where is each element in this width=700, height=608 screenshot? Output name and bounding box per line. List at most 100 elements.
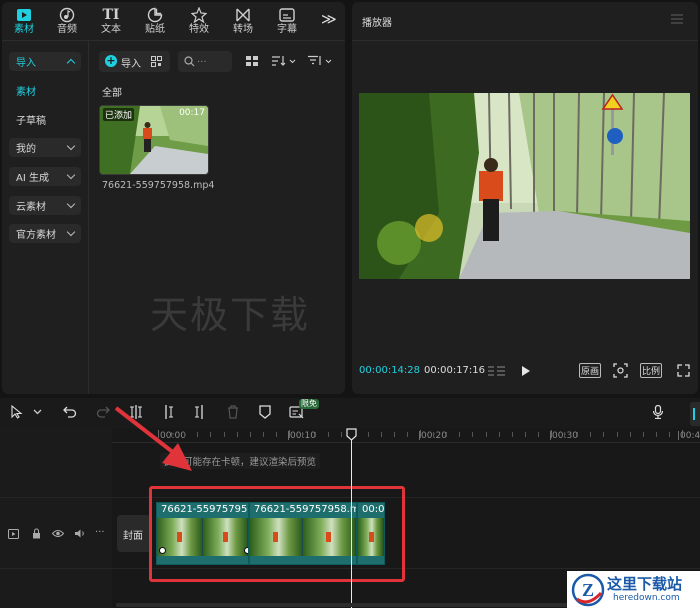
filter-icon[interactable]	[308, 55, 334, 70]
marker-icon[interactable]	[257, 404, 273, 420]
track-header-column	[0, 428, 112, 608]
player-divider	[352, 40, 698, 41]
play-button[interactable]	[521, 365, 531, 380]
tab-subtitle[interactable]: 字幕	[265, 6, 309, 36]
tab-transition-label: 转场	[233, 24, 253, 35]
visibility-eye-icon[interactable]	[51, 529, 65, 541]
logo-name: 这里下载站	[607, 575, 683, 593]
lock-icon[interactable]	[32, 528, 41, 542]
tab-audio[interactable]: 音频	[45, 6, 89, 36]
ruler-tick	[564, 432, 565, 437]
menu-icon[interactable]	[671, 14, 683, 27]
sidebar-item-official[interactable]: 官方素材	[9, 224, 81, 243]
ruler-tick	[420, 430, 421, 438]
ruler-tick	[472, 432, 473, 437]
tab-media[interactable]: 素材	[2, 6, 46, 36]
original-quality-button[interactable]: 原画	[579, 363, 602, 378]
horizontal-scrollbar[interactable]	[116, 603, 576, 607]
ruler-tick	[577, 432, 578, 437]
redo-icon	[95, 404, 111, 420]
sidebar-item-label: 官方素材	[16, 230, 56, 241]
ruler-tick	[302, 432, 303, 437]
undo-icon[interactable]	[62, 404, 78, 420]
ruler-tick	[341, 432, 342, 437]
chevron-down-icon	[66, 199, 76, 209]
chevron-down-icon[interactable]	[29, 404, 45, 420]
tab-transition[interactable]: 转场	[221, 6, 265, 36]
plus-circle-icon: +	[105, 54, 117, 67]
ruler-tick	[538, 432, 539, 437]
tab-sticker[interactable]: 贴纸	[133, 6, 177, 36]
tab-effects[interactable]: 特效	[177, 6, 221, 36]
ruler-tick	[237, 432, 238, 437]
ruler-tick	[525, 432, 526, 437]
track-video-icon[interactable]	[8, 529, 19, 542]
playhead-handle[interactable]	[346, 428, 357, 441]
sidebar-item-label: 子草稿	[16, 116, 46, 127]
focus-icon[interactable]	[613, 363, 628, 381]
ruler-tick	[617, 432, 618, 437]
sidebar-item-mine[interactable]: 我的	[9, 138, 81, 157]
grid-view-icon[interactable]	[246, 56, 258, 69]
ruler-tick	[276, 432, 277, 437]
highlight-box	[149, 486, 405, 582]
sort-icon[interactable]	[272, 55, 296, 70]
search-icon	[184, 56, 195, 70]
more-tabs-button[interactable]: ≫	[321, 10, 337, 28]
fullscreen-icon[interactable]	[677, 364, 690, 380]
ruler-tick-label: |00:4	[677, 431, 700, 441]
subtitle-icon	[265, 6, 309, 24]
tab-media-label: 素材	[14, 24, 34, 35]
chevron-up-icon	[66, 58, 76, 68]
ruler-tick	[603, 432, 604, 437]
tab-text[interactable]: TI 文本	[89, 6, 133, 36]
original-quality-label: 原画	[581, 367, 600, 377]
logo-letter: Z	[582, 580, 594, 600]
media-thumbnail[interactable]: 已添加 00:17	[99, 105, 209, 175]
microphone-icon[interactable]	[650, 404, 666, 420]
effects-icon	[177, 6, 221, 24]
sidebar-item-import[interactable]: 导入	[9, 52, 81, 71]
text-icon: TI	[102, 7, 120, 23]
chevron-down-icon	[66, 227, 76, 237]
media-filename: 76621-559757958.mp4	[102, 180, 215, 191]
aspect-ratio-button[interactable]: 比例	[640, 363, 663, 378]
sidebar-item-label: 云素材	[16, 202, 46, 213]
current-time: 00:00:14:28	[359, 365, 421, 376]
qr-scan-icon	[151, 56, 162, 70]
watermark-text: 天极下载	[150, 293, 311, 337]
preview-image	[359, 93, 690, 279]
video-preview	[359, 93, 690, 279]
ruler-tick	[499, 432, 500, 437]
sidebar-item-label: AI 生成	[16, 173, 49, 184]
delete-icon	[225, 404, 241, 420]
clip-duration: 00:17	[179, 108, 205, 118]
sidebar-item-subdraft[interactable]: 子草稿	[9, 110, 81, 129]
volume-icon[interactable]	[74, 528, 86, 542]
timeline-grid-icon[interactable]	[488, 365, 506, 380]
ruler-tick	[394, 432, 395, 437]
ruler-tick	[289, 430, 290, 438]
more-options-icon[interactable]: ···	[95, 527, 105, 538]
sidebar-divider	[88, 41, 89, 394]
search-placeholder: ...	[197, 54, 207, 65]
ruler-tick	[590, 432, 591, 437]
sidebar-item-ai[interactable]: AI 生成	[9, 167, 81, 186]
tab-sticker-label: 贴纸	[145, 24, 165, 35]
cover-button[interactable]: 封面	[117, 515, 151, 552]
audio-icon	[45, 6, 89, 24]
search-input[interactable]: ...	[178, 51, 232, 72]
select-cursor-icon[interactable]	[9, 404, 25, 420]
cover-label: 封面	[123, 531, 143, 542]
sidebar-item-label: 我的	[16, 144, 36, 155]
sidebar-item-cloud[interactable]: 云素材	[9, 196, 81, 215]
side-handle[interactable]	[690, 402, 700, 426]
ruler-tick	[551, 430, 552, 438]
import-button[interactable]: + 导入	[99, 51, 170, 72]
logo-emblem: Z	[571, 573, 605, 607]
sidebar-item-media[interactable]: 素材	[9, 81, 81, 100]
ruler-tick	[315, 432, 316, 437]
ruler-tick	[512, 432, 513, 437]
tabs-divider	[2, 40, 345, 41]
annotation-arrow	[114, 406, 192, 471]
